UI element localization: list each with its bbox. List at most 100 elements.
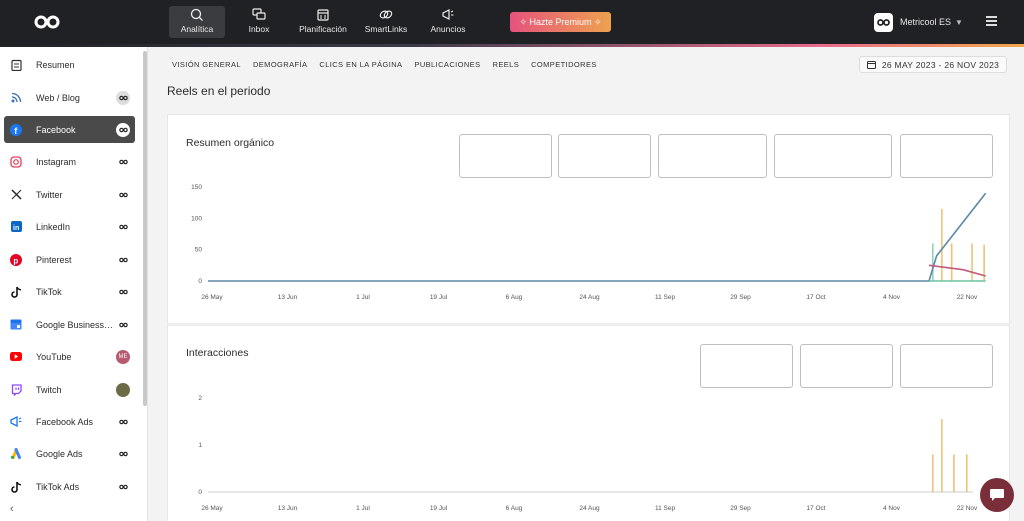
connected-badge-icon bbox=[116, 285, 130, 299]
chevron-down-icon: ▼ bbox=[955, 17, 963, 27]
connected-badge-icon bbox=[116, 415, 130, 429]
metricool-logo[interactable] bbox=[34, 13, 60, 31]
nav-planificacion[interactable]: Planificación bbox=[294, 6, 352, 38]
nav-smartlinks[interactable]: SmartLinks bbox=[358, 6, 414, 38]
tab-competidores[interactable]: COMPETIDORES bbox=[531, 60, 597, 69]
help-icon[interactable]: ? bbox=[879, 348, 888, 357]
sidebar-item-label: Google Business… bbox=[36, 319, 114, 330]
kpi-reels[interactable]: 5 Reels bbox=[900, 344, 993, 388]
card-title: Resumen orgánico bbox=[186, 137, 275, 149]
sidebar-item-label: LinkedIn bbox=[36, 221, 71, 232]
nav-analitica[interactable]: Analítica bbox=[169, 6, 225, 38]
connected-badge-icon bbox=[116, 447, 130, 461]
kpi-label: Promedio alcance/reel bbox=[675, 162, 750, 171]
tab-demografia[interactable]: DEMOGRAFÍA bbox=[253, 60, 307, 69]
card-title: Interacciones bbox=[186, 347, 249, 359]
kpi-label: Reels bbox=[936, 372, 957, 381]
kpi-value: 5 bbox=[942, 141, 951, 158]
organic-summary-card: Resumen orgánico 29.41 Engagement ? 2 In… bbox=[167, 114, 1010, 324]
search-chart-icon bbox=[190, 8, 203, 21]
sidebar-item-label: TikTok bbox=[36, 286, 62, 297]
x-tick-label: 11 Sep bbox=[655, 294, 676, 301]
sidebar-item-instagram[interactable]: Instagram bbox=[4, 148, 135, 175]
nav-label: Planificación bbox=[299, 24, 347, 34]
y-tick-label: 2 bbox=[198, 395, 202, 402]
connected-badge-icon bbox=[116, 122, 130, 137]
sidebar-item-twitch[interactable]: Twitch bbox=[4, 376, 135, 403]
nav-label: Inbox bbox=[248, 24, 270, 34]
account-selector[interactable]: Metricool ES ▼ bbox=[874, 12, 963, 32]
section-tabs: VISIÓN GENERAL DEMOGRAFÍA CLICS EN LA PÁ… bbox=[172, 60, 597, 69]
nav-anuncios[interactable]: Anuncios bbox=[420, 6, 476, 38]
link-icon bbox=[379, 10, 393, 19]
svg-text:p: p bbox=[13, 256, 18, 265]
y-tick-label: 100 bbox=[191, 215, 202, 222]
x-tick-label: 17 Oct bbox=[806, 505, 825, 512]
tab-clics-pagina[interactable]: CLICS EN LA PÁGINA bbox=[319, 60, 402, 69]
kpi-engagement[interactable]: 29.41 Engagement ? bbox=[459, 134, 552, 178]
sidebar-item-facebook-ads[interactable]: Facebook Ads bbox=[4, 408, 135, 435]
chat-bubbles-icon bbox=[252, 8, 266, 20]
sidebar-item-twitter[interactable]: Twitter bbox=[4, 181, 135, 208]
sidebar: Resumen Web / Blog f Facebook Instagram … bbox=[0, 47, 148, 521]
organic-chart: 0 50 100 150 26 May 13 Jun 1 Jul 19 Jul 6 Aug 24 … bbox=[191, 184, 987, 301]
account-logo-icon bbox=[874, 12, 893, 32]
sidebar-item-web-blog[interactable]: Web / Blog bbox=[4, 84, 135, 111]
kpi-value: 2 bbox=[600, 141, 609, 158]
chat-icon bbox=[990, 489, 1004, 501]
series-line bbox=[928, 264, 986, 277]
sidebar-scrollbar[interactable] bbox=[143, 51, 147, 406]
tab-reels[interactable]: REELS bbox=[493, 60, 520, 69]
svg-text:in: in bbox=[13, 225, 19, 232]
kpi-label: Reels bbox=[936, 162, 957, 171]
kpi-visualizaciones[interactable]: 72 Visualizaciones de videos bbox=[774, 134, 892, 178]
sidebar-item-label: TikTok Ads bbox=[36, 481, 80, 492]
help-icon[interactable]: ? bbox=[538, 138, 547, 147]
date-range-picker[interactable]: 26 MAY 2023 - 26 NOV 2023 bbox=[859, 56, 1007, 73]
x-tick-label: 11 Sep bbox=[655, 505, 676, 512]
sidebar-item-label: Google Ads bbox=[36, 448, 83, 459]
nav-inbox[interactable]: Inbox bbox=[231, 6, 287, 38]
account-name: Metricool ES bbox=[900, 17, 952, 27]
y-tick-label: 150 bbox=[191, 184, 202, 191]
youtube-icon bbox=[9, 350, 23, 364]
x-tick-label: 4 Nov bbox=[883, 505, 901, 512]
sidebar-item-linkedin[interactable]: in LinkedIn bbox=[4, 213, 135, 240]
facebook-ads-icon bbox=[9, 415, 23, 429]
topbar-accent-line bbox=[0, 44, 1024, 47]
sidebar-item-google-business[interactable]: Google Business… bbox=[4, 311, 135, 338]
kpi-label: Visualizaciones de videos bbox=[790, 162, 876, 171]
sidebar-item-tiktok[interactable]: TikTok bbox=[4, 278, 135, 305]
collapse-sidebar-icon[interactable]: ‹ bbox=[10, 503, 14, 515]
sidebar-item-tiktok-ads[interactable]: TikTok Ads bbox=[4, 473, 135, 500]
sidebar-item-resumen[interactable]: Resumen bbox=[4, 51, 135, 78]
nav-label: Analítica bbox=[180, 24, 214, 34]
y-tick-label: 50 bbox=[195, 247, 203, 254]
tab-publicaciones[interactable]: PUBLICACIONES bbox=[414, 60, 480, 69]
menu-icon[interactable] bbox=[986, 16, 997, 26]
kpi-promedio-alcance[interactable]: 13.6 Promedio alcance/reel bbox=[658, 134, 767, 178]
tab-vision-general[interactable]: VISIÓN GENERAL bbox=[172, 60, 241, 69]
premium-button[interactable]: ✧ Hazte Premium ✧ bbox=[510, 12, 611, 32]
calendar-icon bbox=[317, 9, 329, 21]
kpi-interacciones[interactable]: 2 Interacciones bbox=[558, 134, 651, 178]
google-ads-icon bbox=[9, 447, 23, 461]
sidebar-item-youtube[interactable]: YouTube ME bbox=[4, 343, 135, 370]
kpi-acciones[interactable]: 1 Acciones ? bbox=[800, 344, 893, 388]
connected-badge-icon bbox=[116, 480, 130, 494]
sidebar-item-pinterest[interactable]: p Pinterest bbox=[4, 246, 135, 273]
kpi-me-gusta[interactable]: 1 Me gusta bbox=[700, 344, 793, 388]
kpi-label: Me gusta bbox=[731, 372, 762, 381]
connected-badge-icon bbox=[116, 188, 130, 202]
avatar: ME bbox=[116, 349, 130, 364]
sidebar-item-label: Instagram bbox=[36, 156, 77, 167]
chat-support-button[interactable] bbox=[980, 478, 1014, 512]
x-twitter-icon bbox=[9, 188, 23, 202]
sidebar-item-google-ads[interactable]: Google Ads bbox=[4, 440, 135, 467]
date-range-text: 26 MAY 2023 - 26 NOV 2023 bbox=[881, 59, 1000, 70]
linkedin-icon: in bbox=[9, 220, 23, 234]
sidebar-item-facebook[interactable]: f Facebook bbox=[4, 116, 135, 143]
interactions-card: Interacciones 1 Me gusta 1 Acciones ? 5 … bbox=[167, 325, 1010, 521]
kpi-reels[interactable]: 5 Reels bbox=[900, 134, 993, 178]
x-tick-label: 22 Nov bbox=[957, 294, 978, 301]
